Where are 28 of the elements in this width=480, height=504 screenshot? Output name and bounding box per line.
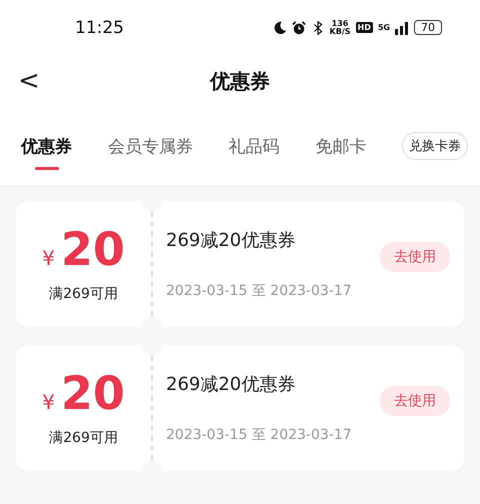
coupon-validity: 2023-03-15 至 2023-03-17 (166, 282, 353, 300)
alarm-icon (292, 20, 306, 34)
battery-level: 70 (414, 20, 442, 35)
coupon-title: 269减20优惠券 (166, 229, 296, 252)
tab[interactable]: 免邮卡 (315, 124, 366, 168)
coupon-condition: 满269可用 (49, 429, 118, 447)
moon-icon (272, 20, 287, 34)
hd-indicator: HD (356, 22, 373, 33)
use-button[interactable]: 去使用 (380, 386, 450, 416)
network-type: 5G (378, 23, 390, 32)
coupon-validity: 2023-03-15 至 2023-03-17 (166, 426, 353, 444)
coupon-condition: 满269可用 (49, 285, 118, 303)
back-button[interactable]: < (18, 67, 40, 95)
currency-symbol: ¥ (42, 246, 55, 270)
currency-symbol: ¥ (42, 390, 55, 414)
coupon-title: 269减20优惠券 (166, 373, 296, 396)
net-speed: 136 (332, 20, 348, 28)
signal-icon (395, 20, 409, 34)
page-title: 优惠券 (210, 68, 270, 94)
tab[interactable]: 优惠券 (21, 124, 72, 168)
coupon-amount: 20 (60, 225, 125, 273)
coupon-amount: 20 (60, 369, 125, 417)
use-button[interactable]: 去使用 (380, 242, 450, 272)
tab[interactable]: 礼品码 (228, 124, 280, 168)
net-speed-unit: KB/S (330, 28, 351, 36)
exchange-button[interactable]: 兑换卡券 (402, 132, 468, 160)
tab[interactable]: 会员专属券 (108, 124, 193, 168)
status-time: 11:25 (75, 18, 124, 38)
